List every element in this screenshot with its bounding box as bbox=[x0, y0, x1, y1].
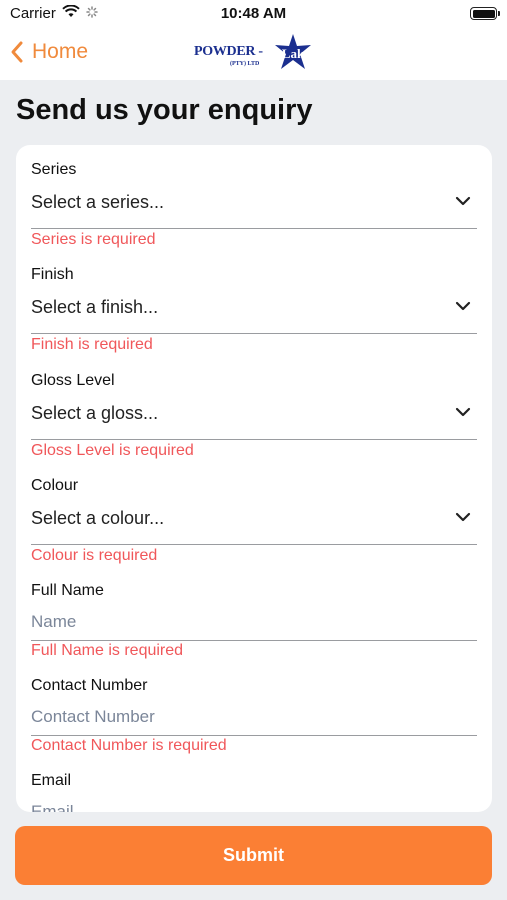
contact-number-error: Contact Number is required bbox=[31, 737, 227, 754]
series-select-value: Select a series... bbox=[31, 192, 165, 212]
colour-select-value: Select a colour... bbox=[31, 508, 165, 528]
contact-number-placeholder: Contact Number bbox=[31, 707, 155, 726]
back-button[interactable]: Home bbox=[10, 40, 88, 64]
email-input[interactable]: Email bbox=[31, 797, 477, 812]
gloss-level-select[interactable]: Select a gloss... bbox=[31, 397, 477, 440]
email-placeholder: Email bbox=[31, 802, 74, 812]
chevron-down-icon bbox=[455, 512, 471, 522]
back-label: Home bbox=[32, 40, 89, 63]
battery-icon bbox=[470, 7, 500, 20]
contact-number-label: Contact Number bbox=[31, 677, 148, 694]
finish-select[interactable]: Select a finish... bbox=[31, 291, 477, 334]
status-time: 10:48 AM bbox=[220, 5, 287, 22]
chevron-left-icon bbox=[11, 41, 23, 63]
logo-text: POWDER - bbox=[194, 44, 263, 59]
finish-select-value: Select a finish... bbox=[31, 297, 159, 317]
full-name-placeholder: Name bbox=[31, 612, 77, 631]
colour-error: Colour is required bbox=[31, 547, 158, 564]
svg-text:Lak: Lak bbox=[282, 46, 305, 61]
chevron-down-icon bbox=[455, 407, 471, 417]
finish-error: Finish is required bbox=[31, 336, 153, 353]
series-error: Series is required bbox=[31, 231, 156, 248]
enquiry-form-card: Series Select a series... Series is requ… bbox=[16, 145, 492, 812]
submit-button[interactable]: Submit bbox=[15, 826, 492, 885]
chevron-down-icon bbox=[455, 301, 471, 311]
full-name-input[interactable]: Name bbox=[31, 607, 477, 641]
gloss-level-error: Gloss Level is required bbox=[31, 442, 194, 459]
page-title: Send us your enquiry bbox=[16, 94, 313, 126]
gloss-level-label: Gloss Level bbox=[31, 372, 115, 389]
finish-label: Finish bbox=[31, 266, 74, 283]
colour-label: Colour bbox=[31, 477, 79, 494]
status-bar: Carrier 10:48 AM bbox=[0, 0, 507, 28]
contact-number-input[interactable]: Contact Number bbox=[31, 702, 477, 736]
navigation-bar: Home POWDER - (PTY) LTD Lak bbox=[0, 28, 507, 80]
logo-mark-icon: Lak bbox=[275, 34, 311, 69]
colour-select[interactable]: Select a colour... bbox=[31, 502, 477, 545]
logo-subtext: (PTY) LTD bbox=[230, 61, 260, 67]
series-label: Series bbox=[31, 161, 77, 178]
full-name-label: Full Name bbox=[31, 582, 104, 599]
series-select[interactable]: Select a series... bbox=[31, 186, 477, 229]
chevron-down-icon bbox=[455, 196, 471, 206]
gloss-level-select-value: Select a gloss... bbox=[31, 403, 159, 423]
full-name-error: Full Name is required bbox=[31, 642, 184, 659]
company-logo: POWDER - (PTY) LTD Lak bbox=[194, 33, 312, 73]
email-label: Email bbox=[31, 772, 72, 789]
